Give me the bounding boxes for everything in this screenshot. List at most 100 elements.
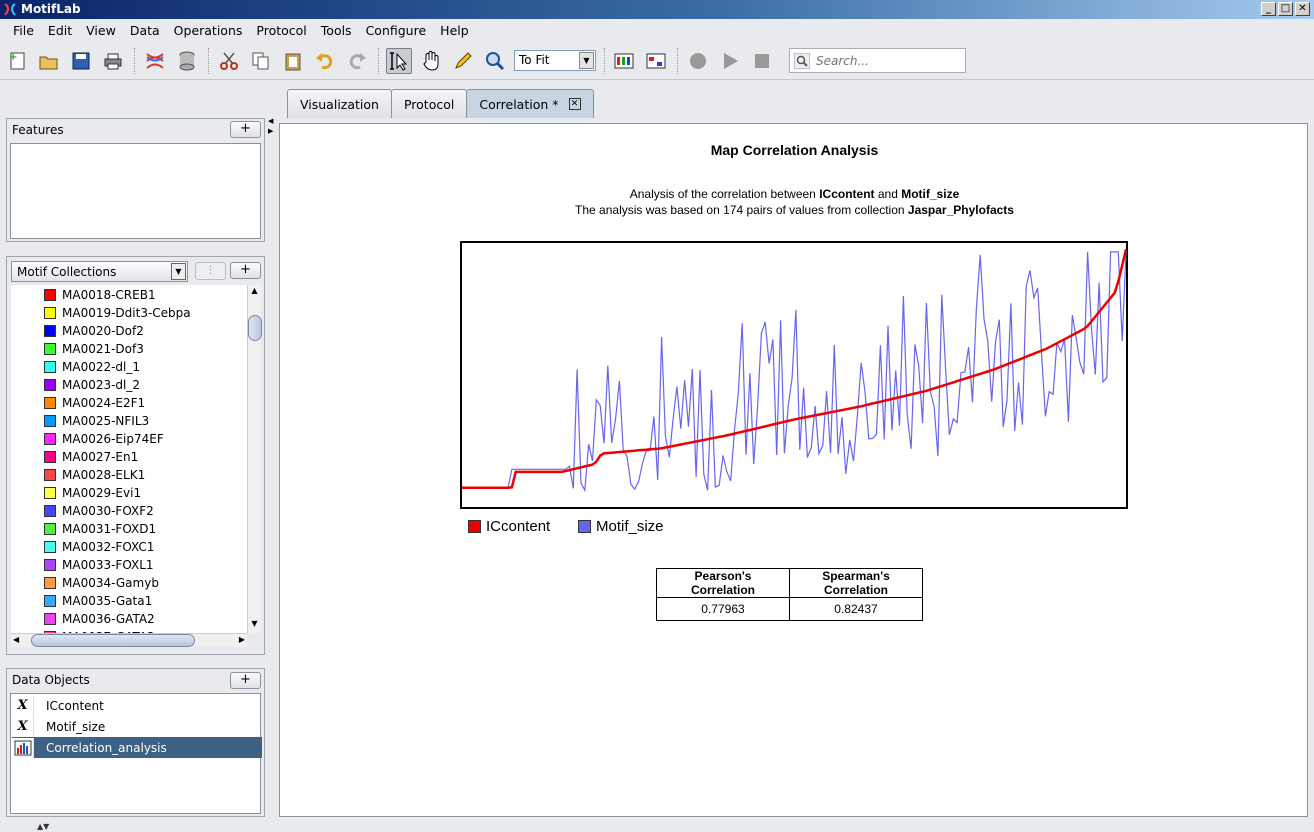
list-item[interactable]: MA0027-En1 xyxy=(11,448,138,466)
compare-regions-icon[interactable] xyxy=(643,48,669,74)
menu-help[interactable]: Help xyxy=(433,23,476,38)
motif-collection-select[interactable]: Motif Collections ▼ xyxy=(11,261,188,282)
zoom-magnifier-icon[interactable] xyxy=(482,48,508,74)
select-tool-icon[interactable] xyxy=(386,48,412,74)
motif-name: MA0023-dl_2 xyxy=(62,378,141,392)
paste-icon[interactable] xyxy=(280,48,306,74)
collection-name: Jaspar_Phylofacts xyxy=(907,203,1014,217)
search-input[interactable] xyxy=(816,52,961,69)
list-item[interactable]: MA0034-Gamyb xyxy=(11,574,159,592)
motif-name: MA0020-Dof2 xyxy=(62,324,144,338)
maximize-button[interactable]: □ xyxy=(1278,2,1293,16)
open-folder-icon[interactable] xyxy=(36,48,62,74)
list-item[interactable]: MA0036-GATA2 xyxy=(11,610,155,628)
menu-file[interactable]: File xyxy=(6,23,41,38)
copy-icon[interactable] xyxy=(248,48,274,74)
list-item[interactable]: MA0031-FOXD1 xyxy=(11,520,156,538)
list-item[interactable]: MA0022-dl_1 xyxy=(11,358,140,376)
zoom-select[interactable]: To Fit ▼ xyxy=(514,50,596,71)
hand-pan-icon[interactable] xyxy=(418,48,444,74)
list-item[interactable]: MA0023-dl_2 xyxy=(11,376,140,394)
motiflab-logo-icon xyxy=(4,3,16,16)
split-pane-divider[interactable]: ◀ ▶ xyxy=(267,85,276,822)
save-icon[interactable] xyxy=(68,48,94,74)
tab-visualization[interactable]: Visualization xyxy=(287,89,392,118)
add-data-object-button[interactable]: + xyxy=(230,672,261,689)
scroll-up-icon[interactable]: ▲ xyxy=(249,286,260,298)
motif-color-swatch xyxy=(44,559,56,571)
minimize-button[interactable]: _ xyxy=(1261,2,1276,16)
h-scroll-thumb[interactable] xyxy=(31,634,195,647)
list-item[interactable]: MA0025-NFIL3 xyxy=(11,412,149,430)
motif-name: MA0024-E2F1 xyxy=(62,396,146,410)
database-icon[interactable] xyxy=(174,48,200,74)
motif-panel: Motif Collections ▼ ⋮ + MA0018-CREB1 MA00… xyxy=(6,256,265,655)
expand-right-icon[interactable]: ▶ xyxy=(268,127,273,135)
scroll-right-icon[interactable]: ▶ xyxy=(239,635,245,644)
list-item[interactable]: MA0028-ELK1 xyxy=(11,466,145,484)
analysis-view: Map Correlation Analysis Analysis of the… xyxy=(279,123,1308,817)
svg-text:+: + xyxy=(9,52,17,63)
undo-icon[interactable] xyxy=(312,48,338,74)
motif-list-horizontal-scrollbar[interactable]: ◀ ▶ xyxy=(11,633,247,647)
text: and xyxy=(874,187,902,201)
dna-sequence-icon[interactable] xyxy=(142,48,168,74)
list-item[interactable]: MA0029-Evi1 xyxy=(11,484,141,502)
add-feature-button[interactable]: + xyxy=(230,121,261,138)
header-spearman: Spearman's Correlation xyxy=(789,568,923,598)
menu-data[interactable]: Data xyxy=(123,23,167,38)
new-icon[interactable]: + xyxy=(5,48,31,74)
collapse-left-icon[interactable]: ◀ xyxy=(268,117,273,125)
list-item[interactable]: MA0019-Ddit3-Cebpa xyxy=(11,304,191,322)
legend-item-iccontent: ICcontent xyxy=(468,518,550,535)
motif-color-swatch xyxy=(44,577,56,589)
list-item[interactable]: X Motif_size xyxy=(12,716,262,737)
scroll-left-icon[interactable]: ◀ xyxy=(13,635,19,644)
menu-protocol[interactable]: Protocol xyxy=(249,23,313,38)
list-item[interactable]: MA0032-FOXC1 xyxy=(11,538,154,556)
pencil-icon[interactable] xyxy=(450,48,476,74)
list-item[interactable]: X ICcontent xyxy=(12,695,262,716)
add-motif-button[interactable]: + xyxy=(230,262,261,279)
menu-operations[interactable]: Operations xyxy=(167,23,250,38)
print-icon[interactable] xyxy=(100,48,126,74)
close-tab-icon[interactable]: ✕ xyxy=(568,98,581,110)
legend-swatch xyxy=(468,520,481,533)
motif-collection-value: Motif Collections xyxy=(17,265,117,279)
tab-protocol[interactable]: Protocol xyxy=(390,89,468,118)
panel-resize-grip-icon[interactable]: ▲▼ xyxy=(37,822,49,831)
legend-label: ICcontent xyxy=(486,518,551,535)
menu-tools[interactable]: Tools xyxy=(314,23,359,38)
list-item[interactable]: MA0021-Dof3 xyxy=(11,340,144,358)
list-item[interactable]: MA0033-FOXL1 xyxy=(11,556,154,574)
list-item[interactable]: Correlation_analysis xyxy=(12,737,262,758)
features-list[interactable] xyxy=(10,143,261,239)
record-icon[interactable] xyxy=(685,48,711,74)
motif-color-swatch xyxy=(44,541,56,553)
list-item[interactable]: MA0026-Eip74EF xyxy=(11,430,164,448)
list-item[interactable]: MA0018-CREB1 xyxy=(11,286,156,304)
motif-name: MA0028-ELK1 xyxy=(62,468,146,482)
color-motifs-icon[interactable] xyxy=(611,48,637,74)
list-item[interactable]: MA0024-E2F1 xyxy=(11,394,145,412)
list-item[interactable]: MA0035-Gata1 xyxy=(11,592,152,610)
menu-configure[interactable]: Configure xyxy=(359,23,434,38)
scroll-down-icon[interactable]: ▼ xyxy=(249,619,260,631)
stop-icon[interactable] xyxy=(749,48,775,74)
close-window-button[interactable]: ✕ xyxy=(1295,2,1310,16)
motif-name: MA0030-FOXF2 xyxy=(62,504,154,518)
cut-icon[interactable] xyxy=(216,48,242,74)
menu-view[interactable]: View xyxy=(79,23,123,38)
tab-correlation[interactable]: Correlation * ✕ xyxy=(466,89,594,118)
redo-icon[interactable] xyxy=(344,48,370,74)
motif-name: MA0018-CREB1 xyxy=(62,288,156,302)
list-item[interactable]: MA0020-Dof2 xyxy=(11,322,144,340)
motif-list-vertical-scrollbar[interactable]: ▲ ▼ xyxy=(247,285,262,633)
play-icon[interactable] xyxy=(717,48,743,74)
menu-bar: File Edit View Data Operations Protocol … xyxy=(0,19,1314,42)
tree-view-button[interactable]: ⋮ xyxy=(195,262,226,280)
scroll-thumb[interactable] xyxy=(248,315,262,341)
menu-edit[interactable]: Edit xyxy=(41,23,79,38)
correlation-table: Pearson's Correlation Spearman's Correla… xyxy=(656,568,923,621)
list-item[interactable]: MA0030-FOXF2 xyxy=(11,502,154,520)
